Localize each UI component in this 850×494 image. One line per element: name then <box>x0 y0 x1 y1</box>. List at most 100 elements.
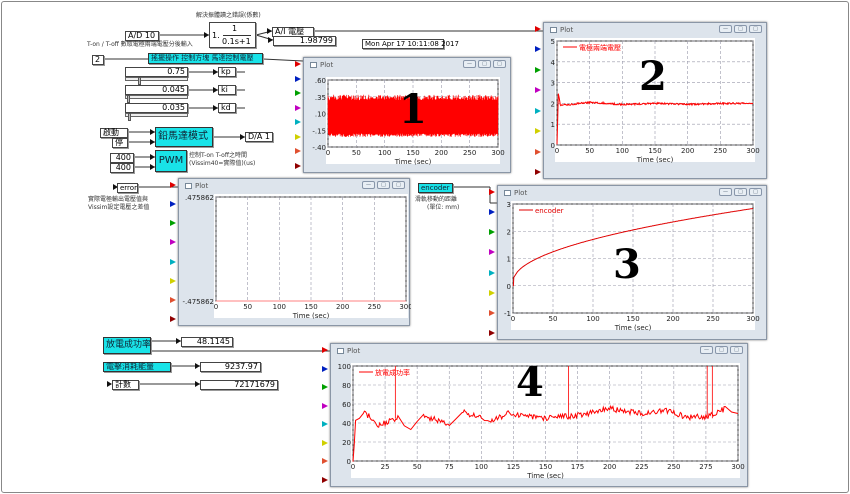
plot4-window[interactable]: Plot — □ □ 0 25 50 75 100 125 150 175 200 225 250 275 3… <box>330 343 748 487</box>
da-output-block[interactable]: D/A 1 <box>245 132 273 142</box>
input-port-4[interactable] <box>170 239 176 246</box>
input-port-7[interactable] <box>489 309 495 316</box>
plot_error-window[interactable]: Plot — □ □ 0 50 100 150 200 250 300.475862 -.47586… <box>178 178 411 326</box>
input-port-1[interactable] <box>535 26 541 32</box>
slider-thumb[interactable] <box>128 113 131 121</box>
y-tick-label: 1 <box>551 121 555 129</box>
pwm-input-1[interactable]: 400 <box>110 153 134 163</box>
input-port-3[interactable] <box>322 384 328 391</box>
input-port-8[interactable] <box>535 169 541 175</box>
plot1-window[interactable]: Plot — □ □ 0 50 100 150 200 250 300.60.35.10 -.15-… <box>303 57 511 173</box>
x-tick-label: 300 <box>731 463 744 471</box>
input-port-6[interactable] <box>322 439 328 446</box>
x-tick-label: 100 <box>273 303 286 311</box>
input-port-8[interactable] <box>489 330 495 336</box>
input-port-6[interactable] <box>170 277 176 284</box>
slider-value-0[interactable]: 0.75 <box>125 67 188 77</box>
input-port-3[interactable] <box>295 90 301 97</box>
success-rate-block[interactable]: 放電成功率 <box>103 337 151 354</box>
x-tick-label: 50 <box>352 149 361 157</box>
input-port-6[interactable] <box>295 133 301 140</box>
const-2-block[interactable]: 2 <box>92 55 104 65</box>
input-port-8[interactable] <box>295 163 301 169</box>
pwm-input-2[interactable]: 400 <box>110 163 134 173</box>
x-tick-label: 225 <box>635 463 648 471</box>
y-tick-label: 100 <box>338 363 351 371</box>
input-port-2[interactable] <box>489 209 495 216</box>
control-block[interactable]: 搖擺操作 控制方塊 馬達控制電壓 <box>148 53 263 64</box>
input-port-7[interactable] <box>322 458 328 465</box>
start-button[interactable]: 啟動 <box>100 128 128 138</box>
legend-label: 電極兩端電壓 <box>579 43 621 52</box>
y-tick-label: 3 <box>551 80 555 88</box>
input-port-3[interactable] <box>170 220 176 227</box>
x-tick-label: 50 <box>585 147 594 155</box>
x-tick-label: 50 <box>243 303 252 311</box>
input-port-6[interactable] <box>535 128 541 135</box>
plot2-window[interactable]: Plot — □ □ 0 50 100 150 200 250 300 0 1 2 3 4 5 Time (se… <box>543 22 767 179</box>
input-port-1[interactable] <box>489 189 495 195</box>
x-tick-label: 300 <box>746 147 759 155</box>
input-port-5[interactable] <box>322 421 328 428</box>
ad-input-block[interactable]: A/D 10 <box>125 31 159 41</box>
error-note-1: 實際電極輸出電壓值與 <box>88 196 149 203</box>
input-port-8[interactable] <box>170 316 176 322</box>
input-port-1[interactable] <box>295 61 301 67</box>
transfer-function-block[interactable]: 1. 1 0.1s+1 <box>209 22 256 48</box>
gain-2[interactable]: kd <box>218 103 236 113</box>
plot3-window[interactable]: Plot — □ □ 0 50 100 150 200 250 300 3 2 1 0 -1 Time (se… <box>497 185 767 340</box>
input-port-4[interactable] <box>322 402 328 409</box>
input-port-2[interactable] <box>535 46 541 53</box>
gain-1[interactable]: ki <box>218 85 236 95</box>
input-port-1[interactable] <box>170 182 176 188</box>
count-value: 72171679 <box>200 380 278 390</box>
y-tick-label: 2 <box>507 228 511 236</box>
input-port-6[interactable] <box>489 289 495 296</box>
input-port-5[interactable] <box>170 258 176 265</box>
input-port-2[interactable] <box>322 365 328 372</box>
input-port-5[interactable] <box>489 269 495 276</box>
input-port-3[interactable] <box>489 229 495 236</box>
y-tick-label: -1 <box>504 310 511 318</box>
input-port-1[interactable] <box>322 347 328 353</box>
motor-mode-block[interactable]: 鉛馬達模式 <box>155 127 213 147</box>
error-block[interactable]: error <box>117 183 138 193</box>
gain-0[interactable]: kp <box>218 67 236 77</box>
x-axis-label: Time (sec) <box>614 324 652 332</box>
x-tick-label: 100 <box>616 147 629 155</box>
stop-button[interactable]: 停 <box>112 138 128 148</box>
y-tick-label: -.475862 <box>183 298 214 306</box>
count-block[interactable]: 計數 <box>112 380 139 390</box>
input-port-4[interactable] <box>535 87 541 94</box>
x-tick-label: 200 <box>681 147 694 155</box>
input-port-2[interactable] <box>295 75 301 82</box>
x-tick-label: 150 <box>304 303 317 311</box>
energy-block[interactable]: 電擊消耗能量 <box>103 362 171 372</box>
input-port-7[interactable] <box>535 148 541 155</box>
pwm-block[interactable]: PWM <box>155 150 187 172</box>
x-tick-label: 100 <box>475 463 488 471</box>
input-port-5[interactable] <box>535 107 541 114</box>
slider-thumb[interactable] <box>138 77 141 85</box>
x-axis-label: Time (sec) <box>526 472 564 480</box>
input-port-4[interactable] <box>489 249 495 256</box>
slider-thumb[interactable] <box>127 95 130 103</box>
x-tick-label: 150 <box>648 147 661 155</box>
slider-value-1[interactable]: 0.045 <box>125 85 188 95</box>
x-tick-label: 150 <box>406 149 419 157</box>
input-port-7[interactable] <box>295 148 301 155</box>
input-port-4[interactable] <box>295 104 301 111</box>
slider-value-2[interactable]: 0.035 <box>125 103 188 113</box>
slider-track-1[interactable] <box>125 95 188 103</box>
encoder-block[interactable]: encoder <box>418 183 453 193</box>
energy-value: 9237.97 <box>200 362 261 372</box>
input-port-3[interactable] <box>535 66 541 73</box>
x-tick-label: 0 <box>511 315 515 323</box>
input-port-2[interactable] <box>170 201 176 208</box>
input-port-8[interactable] <box>322 477 328 483</box>
slider-track-2[interactable] <box>125 113 188 121</box>
input-port-5[interactable] <box>295 119 301 126</box>
input-port-7[interactable] <box>170 296 176 303</box>
slider-track-0[interactable] <box>125 77 188 85</box>
x-tick-label: 250 <box>706 315 719 323</box>
